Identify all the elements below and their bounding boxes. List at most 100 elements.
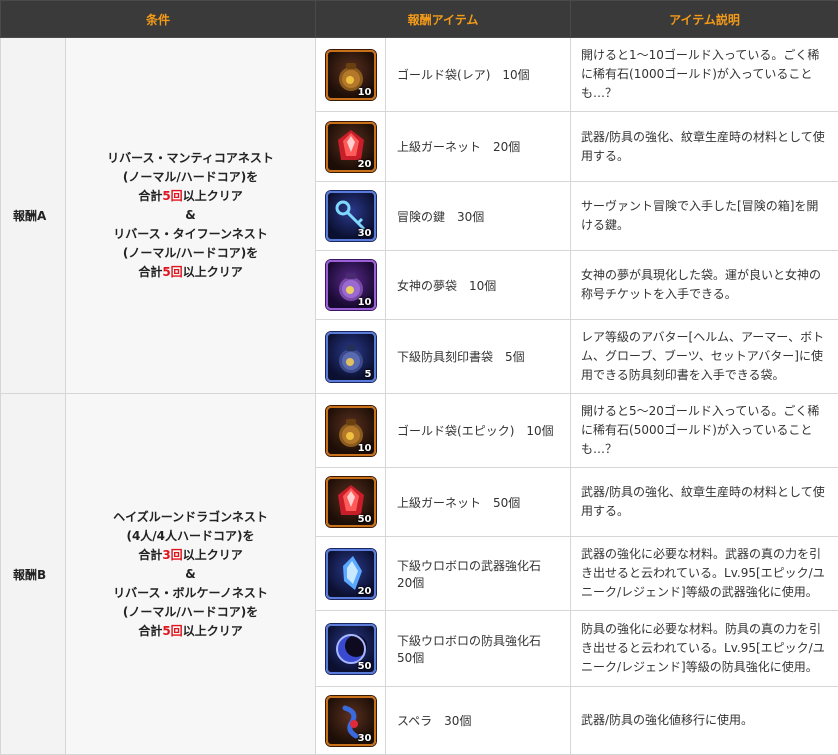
item-name-cell: スペラ 30個 — [386, 687, 571, 755]
item-description: 武器/防具の強化、紋章生産時の材料として使用する。 — [571, 112, 838, 182]
condition-text: 以上クリア — [183, 265, 243, 279]
item-name: 女神の夢袋 10個 — [397, 277, 569, 294]
condition-line: リバース・ボルケーノネスト — [70, 584, 311, 603]
item-description: 武器/防具の強化、紋章生産時の材料として使用する。 — [571, 468, 838, 537]
item-description: 女神の夢が具現化した袋。運が良いと女神の称号チケットを入手できる。 — [571, 251, 838, 320]
condition-text: 合計 — [138, 189, 162, 203]
item-count: 20個 — [397, 574, 569, 591]
item-icon-cell: 10 — [316, 38, 386, 112]
armor-seal-bag-icon: 5 — [326, 332, 376, 382]
condition-line: 合計5回以上クリア — [70, 187, 311, 206]
item-name: 上級ガーネット 50個 — [397, 494, 569, 511]
item-name-cell: 女神の夢袋 10個 — [386, 251, 571, 320]
header-reward-item: 報酬アイテム — [316, 1, 571, 38]
item-description: レア等級のアバター[ヘルム、アーマー、ボトム、グローブ、ブーツ、セットアバター]… — [571, 320, 838, 394]
key-icon: 30 — [326, 191, 376, 241]
clear-count: 5回 — [162, 624, 182, 638]
item-icon-cell: 30 — [316, 182, 386, 251]
clear-count: 3回 — [162, 548, 182, 562]
item-quantity-badge: 10 — [358, 443, 372, 454]
item-name: 下級防具刻印書袋 5個 — [397, 348, 569, 365]
spera-icon: 30 — [326, 696, 376, 746]
item-name-cell: 下級防具刻印書袋 5個 — [386, 320, 571, 394]
gold-bag-icon: 10 — [326, 50, 376, 100]
condition-text: 合計 — [138, 265, 162, 279]
item-name-cell: ゴールド袋(レア) 10個 — [386, 38, 571, 112]
condition-text: 合計 — [138, 624, 162, 638]
item-name: ゴールド袋(エピック) 10個 — [397, 422, 569, 439]
condition-line: (4人/4人ハードコア)を — [70, 527, 311, 546]
item-name: ゴールド袋(レア) 10個 — [397, 66, 569, 83]
item-description: サーヴァント冒険で入手した[冒険の箱]を開ける鍵。 — [571, 182, 838, 251]
item-icon-cell: 20 — [316, 112, 386, 182]
item-description: 防具の強化に必要な材料。防具の真の力を引き出せると云われている。Lv.95[エピ… — [571, 611, 838, 687]
clear-count: 5回 — [162, 265, 182, 279]
item-name: 下級ウロボロの武器強化石 — [397, 557, 569, 574]
clear-count: 5回 — [162, 189, 182, 203]
item-name-cell: ゴールド袋(エピック) 10個 — [386, 394, 571, 468]
item-quantity-badge: 5 — [365, 369, 372, 380]
condition-line: (ノーマル/ハードコア)を — [70, 603, 311, 622]
item-icon-cell: 50 — [316, 611, 386, 687]
reward-table: 条件 報酬アイテム アイテム説明 報酬Aリバース・マンティコアネスト(ノーマル/… — [0, 0, 838, 755]
condition-line: & — [70, 565, 311, 584]
item-icon-cell: 50 — [316, 468, 386, 537]
item-name-cell: 下級ウロボロの武器強化石20個 — [386, 537, 571, 611]
item-description: 武器の強化に必要な材料。武器の真の力を引き出せると云われている。Lv.95[エピ… — [571, 537, 838, 611]
reward-name: 報酬B — [1, 394, 66, 755]
item-name: 冒険の鍵 30個 — [397, 208, 569, 225]
item-quantity-badge: 50 — [358, 661, 372, 672]
item-quantity-badge: 20 — [358, 586, 372, 597]
header-condition: 条件 — [1, 1, 316, 38]
table-body: 報酬Aリバース・マンティコアネスト(ノーマル/ハードコア)を合計5回以上クリア&… — [1, 38, 838, 755]
table-header-row: 条件 報酬アイテム アイテム説明 — [1, 1, 838, 38]
header-item-desc: アイテム説明 — [571, 1, 838, 38]
item-quantity-badge: 10 — [358, 87, 372, 98]
item-icon-cell: 20 — [316, 537, 386, 611]
item-icon-cell: 10 — [316, 251, 386, 320]
reward-condition: リバース・マンティコアネスト(ノーマル/ハードコア)を合計5回以上クリア&リバー… — [66, 38, 316, 394]
garnet-icon: 50 — [326, 477, 376, 527]
condition-text: 以上クリア — [183, 548, 243, 562]
item-name-cell: 上級ガーネット 20個 — [386, 112, 571, 182]
condition-line: 合計3回以上クリア — [70, 546, 311, 565]
item-description: 武器/防具の強化値移行に使用。 — [571, 687, 838, 755]
item-count: 50個 — [397, 649, 569, 666]
item-icon-cell: 10 — [316, 394, 386, 468]
table-row: 報酬Aリバース・マンティコアネスト(ノーマル/ハードコア)を合計5回以上クリア&… — [1, 38, 838, 112]
garnet-icon: 20 — [326, 122, 376, 172]
condition-line: (ノーマル/ハードコア)を — [70, 244, 311, 263]
condition-line: リバース・マンティコアネスト — [70, 149, 311, 168]
reward-name: 報酬A — [1, 38, 66, 394]
item-quantity-badge: 20 — [358, 159, 372, 170]
reward-condition: ヘイズルーンドラゴンネスト(4人/4人ハードコア)を合計3回以上クリア&リバース… — [66, 394, 316, 755]
gold-bag-icon: 10 — [326, 406, 376, 456]
item-icon-cell: 30 — [316, 687, 386, 755]
condition-text: 合計 — [138, 548, 162, 562]
condition-line: 合計5回以上クリア — [70, 622, 311, 641]
item-icon-cell: 5 — [316, 320, 386, 394]
condition-line: リバース・タイフーンネスト — [70, 225, 311, 244]
item-name-cell: 上級ガーネット 50個 — [386, 468, 571, 537]
item-quantity-badge: 30 — [358, 228, 372, 239]
armor-stone-icon: 50 — [326, 624, 376, 674]
condition-text: 以上クリア — [183, 624, 243, 638]
goddess-bag-icon: 10 — [326, 260, 376, 310]
item-name-cell: 下級ウロボロの防具強化石50個 — [386, 611, 571, 687]
condition-line: & — [70, 206, 311, 225]
condition-line: (ノーマル/ハードコア)を — [70, 168, 311, 187]
item-name: 上級ガーネット 20個 — [397, 138, 569, 155]
condition-text: 以上クリア — [183, 189, 243, 203]
item-quantity-badge: 10 — [358, 297, 372, 308]
item-name-cell: 冒険の鍵 30個 — [386, 182, 571, 251]
condition-line: 合計5回以上クリア — [70, 263, 311, 282]
item-description: 開けると1～10ゴールド入っている。ごく稀に稀有石(1000ゴールド)が入ってい… — [571, 38, 838, 112]
item-name: スペラ 30個 — [397, 712, 569, 729]
item-quantity-badge: 50 — [358, 514, 372, 525]
item-name: 下級ウロボロの防具強化石 — [397, 632, 569, 649]
item-description: 開けると5～20ゴールド入っている。ごく稀に稀有石(5000ゴールド)が入ってい… — [571, 394, 838, 468]
item-quantity-badge: 30 — [358, 733, 372, 744]
condition-line: ヘイズルーンドラゴンネスト — [70, 508, 311, 527]
table-row: 報酬Bヘイズルーンドラゴンネスト(4人/4人ハードコア)を合計3回以上クリア&リ… — [1, 394, 838, 468]
weapon-stone-icon: 20 — [326, 549, 376, 599]
